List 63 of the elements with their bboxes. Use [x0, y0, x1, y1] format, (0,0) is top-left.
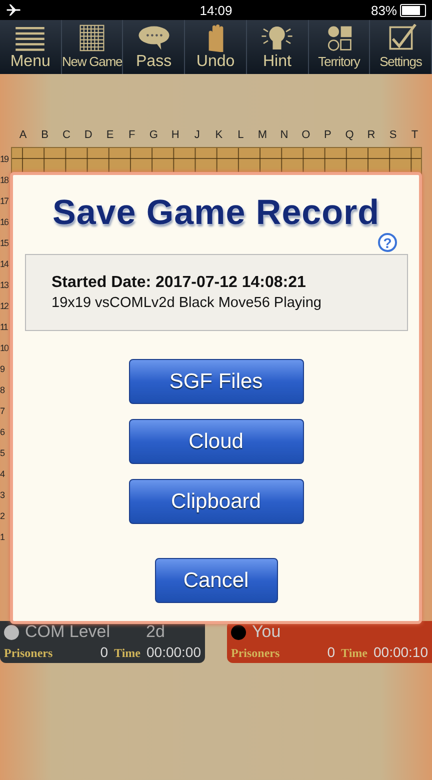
column-label: Q — [344, 129, 355, 143]
cancel-button[interactable]: Cancel — [154, 558, 278, 603]
row-label: 9 — [0, 363, 6, 376]
column-label: G — [148, 129, 159, 143]
column-label: L — [236, 129, 245, 143]
column-label: N — [279, 129, 290, 143]
row-label: 11 — [0, 321, 9, 334]
battery-percent: 83% — [370, 2, 397, 18]
row-label: 16 — [0, 216, 10, 229]
save-option-button[interactable]: SGF Files — [128, 359, 304, 404]
column-label: F — [127, 129, 136, 143]
player-rank: 2d — [146, 623, 165, 641]
column-label: E — [105, 129, 115, 143]
row-label: 17 — [0, 195, 10, 208]
column-label: P — [323, 129, 332, 143]
row-label: 2 — [0, 510, 6, 523]
row-label: 1 — [0, 531, 6, 544]
row-label: 14 — [0, 258, 10, 271]
row-label: 7 — [0, 405, 6, 418]
column-label: C — [62, 129, 72, 143]
save-option-button[interactable]: Clipboard — [128, 479, 304, 524]
time-value: 00:00:00 — [146, 644, 201, 660]
time-value: 00:00:10 — [374, 644, 428, 660]
column-label: O — [300, 129, 312, 143]
column-label: J — [193, 129, 201, 143]
prisoners-label: Prisoners — [4, 646, 53, 661]
column-label: K — [214, 129, 224, 143]
row-label: 18 — [0, 174, 10, 187]
player-name: COM Level — [25, 623, 110, 641]
row-label: 4 — [0, 468, 6, 481]
started-date: Started Date: 2017-07-12 14:08:21 — [52, 274, 307, 292]
row-label: 15 — [0, 237, 10, 250]
airplane-icon — [6, 4, 22, 16]
column-label: B — [40, 129, 50, 143]
column-label: T — [410, 129, 420, 143]
row-label: 6 — [0, 426, 6, 439]
column-label: R — [366, 129, 376, 143]
bulb-icon — [259, 24, 296, 52]
time-label: Time — [341, 646, 368, 661]
save-option-button[interactable]: Cloud — [128, 419, 304, 464]
row-label: 8 — [0, 384, 6, 397]
game-details: 19x19 vsCOMLv2d Black Move56 Playing — [52, 295, 322, 311]
row-label: 5 — [0, 447, 6, 460]
prisoners-count: 0 — [100, 644, 108, 660]
clock-time: 14:09 — [200, 2, 232, 18]
column-label: H — [170, 129, 180, 143]
row-label: 12 — [0, 300, 10, 313]
help-button[interactable]: ? — [378, 233, 397, 252]
row-label: 10 — [0, 342, 10, 355]
column-label: M — [256, 129, 268, 143]
player-name: You — [252, 623, 281, 641]
row-label: 19 — [0, 153, 10, 166]
prisoners-label: Prisoners — [231, 646, 280, 661]
speech-icon — [136, 24, 172, 52]
column-label: A — [18, 129, 28, 143]
row-label: 13 — [0, 279, 10, 292]
dialog-title: Save Game Record — [52, 193, 380, 233]
column-label: D — [83, 129, 94, 143]
column-label: S — [388, 129, 398, 143]
battery-icon — [400, 4, 426, 16]
prisoners-count: 0 — [327, 644, 336, 660]
row-label: 3 — [0, 489, 6, 502]
time-label: Time — [114, 646, 140, 661]
